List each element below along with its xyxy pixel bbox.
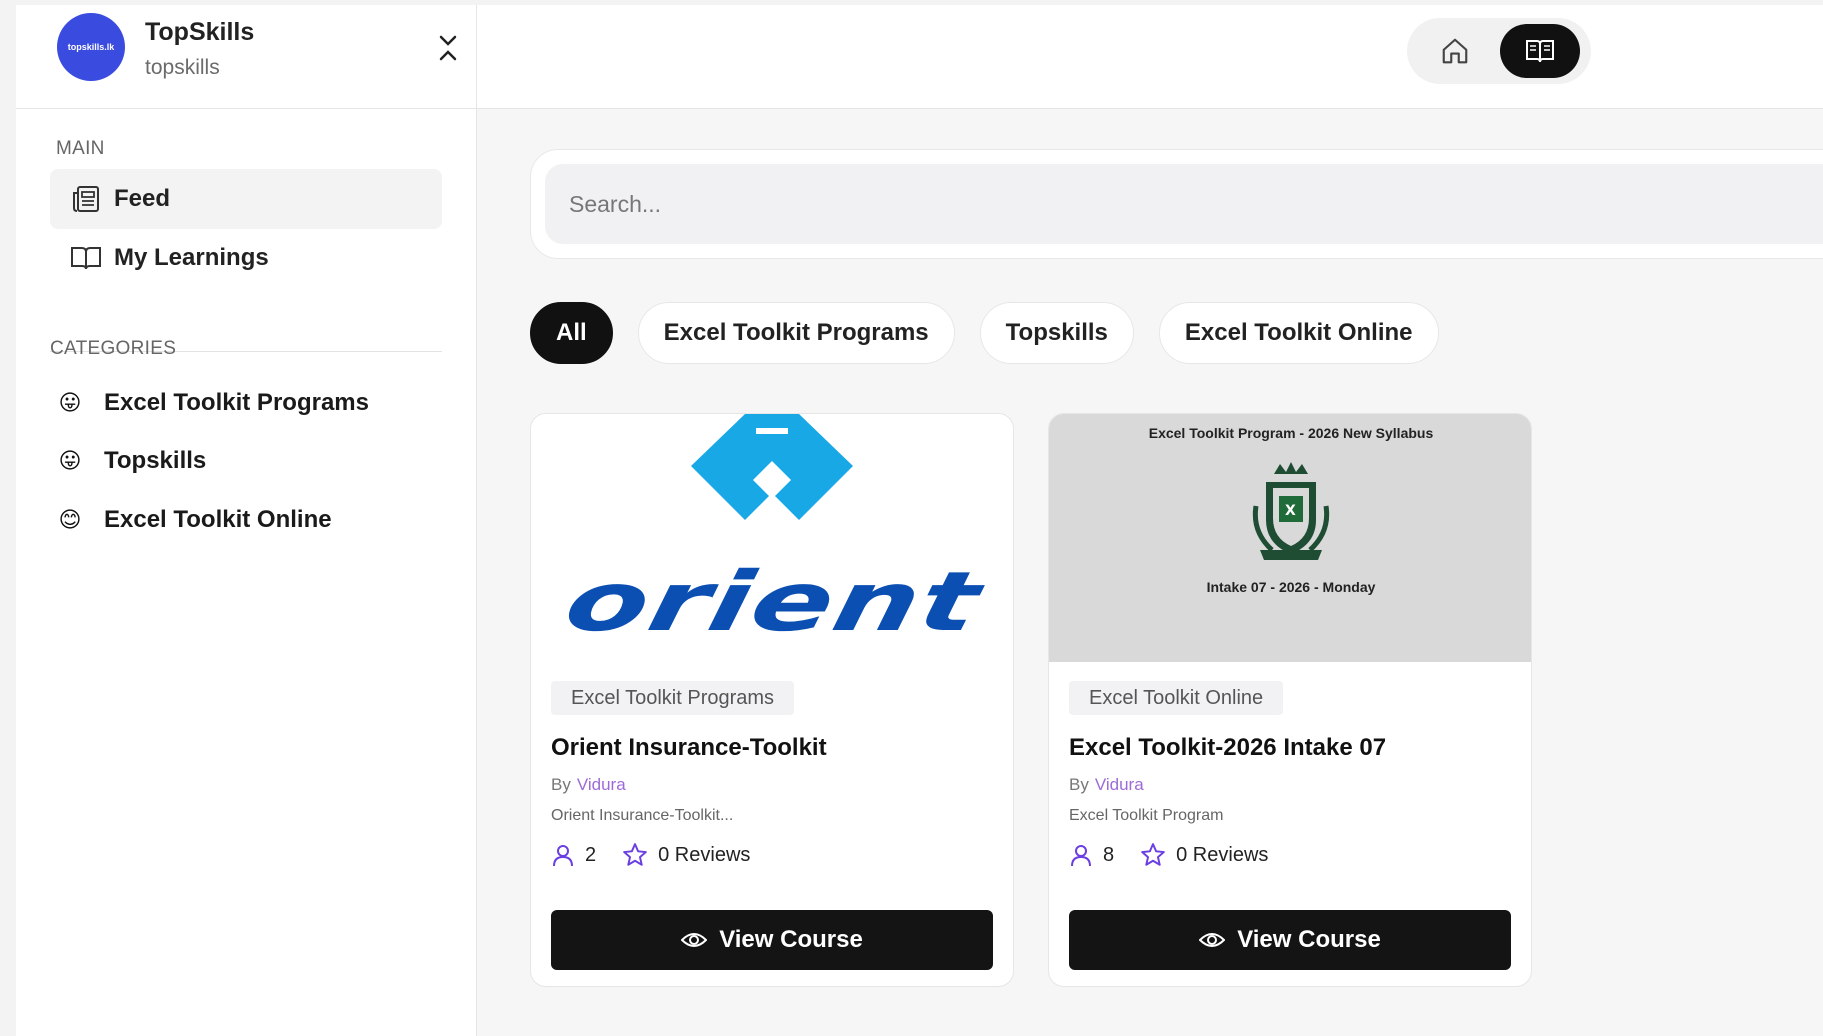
- filter-chip-excel-toolkit-programs[interactable]: Excel Toolkit Programs: [637, 302, 955, 364]
- students-value: 2: [585, 843, 597, 866]
- eye-icon: [681, 930, 708, 950]
- course-description: Excel Toolkit Program: [1069, 807, 1224, 824]
- reviews-value: 0 Reviews: [1176, 843, 1269, 866]
- by-label: By: [1069, 775, 1089, 794]
- thumbnail-heading: Excel Toolkit Program - 2026 New Syllabu…: [1148, 425, 1434, 441]
- course-description: Orient Insurance-Toolkit...: [551, 807, 734, 824]
- sidebar: MAIN Feed My Learnings CATEGORIES 😛 Exce…: [16, 109, 477, 1036]
- course-byline: By Vidura: [551, 775, 626, 795]
- emoji-icon: 😊: [58, 507, 82, 532]
- course-card: orient Excel Toolkit Programs Orient Ins…: [530, 413, 1014, 987]
- view-course-button[interactable]: View Course: [1069, 910, 1511, 970]
- eye-icon: [1199, 930, 1226, 950]
- brand-logo-text: topskills.lk: [67, 42, 115, 52]
- filter-chip-all[interactable]: All: [530, 302, 613, 364]
- star-icon: [1141, 843, 1165, 866]
- sidebar-item-label: Feed: [114, 185, 171, 212]
- user-icon: [1071, 845, 1091, 867]
- students-count: 2: [551, 843, 596, 867]
- course-title: Excel Toolkit-2026 Intake 07: [1069, 734, 1387, 761]
- book-open-icon: [70, 242, 102, 274]
- brand-logo: topskills.lk: [57, 13, 125, 81]
- course-byline: By Vidura: [1069, 775, 1144, 795]
- sidebar-item-feed[interactable]: Feed: [50, 169, 442, 229]
- newspaper-icon: [70, 183, 102, 215]
- emoji-icon: 😛: [58, 448, 82, 473]
- students-value: 8: [1103, 843, 1115, 866]
- user-icon: [553, 845, 573, 867]
- course-category-tag: Excel Toolkit Programs: [551, 681, 795, 715]
- category-item-topskills[interactable]: 😛 Topskills: [56, 439, 436, 483]
- course-card: Excel Toolkit Program - 2026 New Syllabu…: [1048, 413, 1532, 987]
- brand-header: topskills.lk TopSkills topskills: [16, 5, 477, 109]
- category-label: Excel Toolkit Online: [104, 506, 332, 533]
- main-content: All Excel Toolkit Programs Topskills Exc…: [477, 109, 1823, 1036]
- view-course-label: View Course: [719, 926, 863, 953]
- search-bar: [530, 149, 1823, 259]
- course-thumbnail: orient: [531, 414, 1013, 662]
- by-label: By: [551, 775, 571, 794]
- learnings-button[interactable]: [1500, 24, 1580, 78]
- brand-name: TopSkills: [145, 18, 255, 46]
- emoji-icon: 😛: [58, 390, 82, 415]
- reviews-count: 0 Reviews: [622, 842, 750, 868]
- home-button[interactable]: [1415, 24, 1495, 78]
- reviews-value: 0 Reviews: [658, 843, 751, 866]
- course-category-tag: Excel Toolkit Online: [1069, 681, 1284, 715]
- svg-text:X: X: [1285, 503, 1296, 519]
- course-thumbnail: Excel Toolkit Program - 2026 New Syllabu…: [1049, 414, 1531, 662]
- chevron-up-down-icon[interactable]: [435, 31, 461, 65]
- students-count: 8: [1069, 843, 1114, 867]
- search-input[interactable]: [545, 164, 1823, 244]
- app-root: topskills.lk TopSkills topskills MAIN Fe…: [16, 5, 1823, 1036]
- categories-section-title: CATEGORIES: [50, 338, 177, 359]
- category-filters: All Excel Toolkit Programs Topskills Exc…: [530, 302, 1439, 364]
- category-label: Excel Toolkit Programs: [104, 389, 369, 416]
- view-course-button[interactable]: View Course: [551, 910, 993, 970]
- orient-logo-text: orient: [557, 555, 990, 650]
- home-icon: [1442, 38, 1468, 64]
- course-title: Orient Insurance-Toolkit: [551, 734, 827, 761]
- main-section-title: MAIN: [56, 138, 105, 159]
- top-bar: topskills.lk TopSkills topskills: [16, 5, 1823, 109]
- filter-chip-excel-toolkit-online[interactable]: Excel Toolkit Online: [1158, 302, 1439, 364]
- top-nav: [1407, 18, 1591, 84]
- filter-chip-topskills[interactable]: Topskills: [979, 302, 1134, 364]
- course-stats: 2 0 Reviews: [551, 842, 750, 868]
- view-course-label: View Course: [1237, 926, 1381, 953]
- reviews-count: 0 Reviews: [1140, 842, 1268, 868]
- author-link[interactable]: Vidura: [1095, 775, 1144, 794]
- book-open-icon: [1526, 40, 1554, 63]
- category-item-excel-toolkit-online[interactable]: 😊 Excel Toolkit Online: [56, 498, 436, 542]
- sidebar-item-label: My Learnings: [114, 244, 269, 271]
- category-label: Topskills: [104, 447, 207, 474]
- author-link[interactable]: Vidura: [577, 775, 626, 794]
- sidebar-item-my-learnings[interactable]: My Learnings: [50, 228, 442, 288]
- academy-crest-icon: X: [1252, 462, 1330, 560]
- course-stats: 8 0 Reviews: [1069, 842, 1268, 868]
- brand-handle: topskills: [145, 56, 220, 79]
- category-item-excel-toolkit-programs[interactable]: 😛 Excel Toolkit Programs: [56, 381, 436, 425]
- thumbnail-subheading: Intake 07 - 2026 - Monday: [1206, 579, 1376, 595]
- star-icon: [623, 843, 647, 866]
